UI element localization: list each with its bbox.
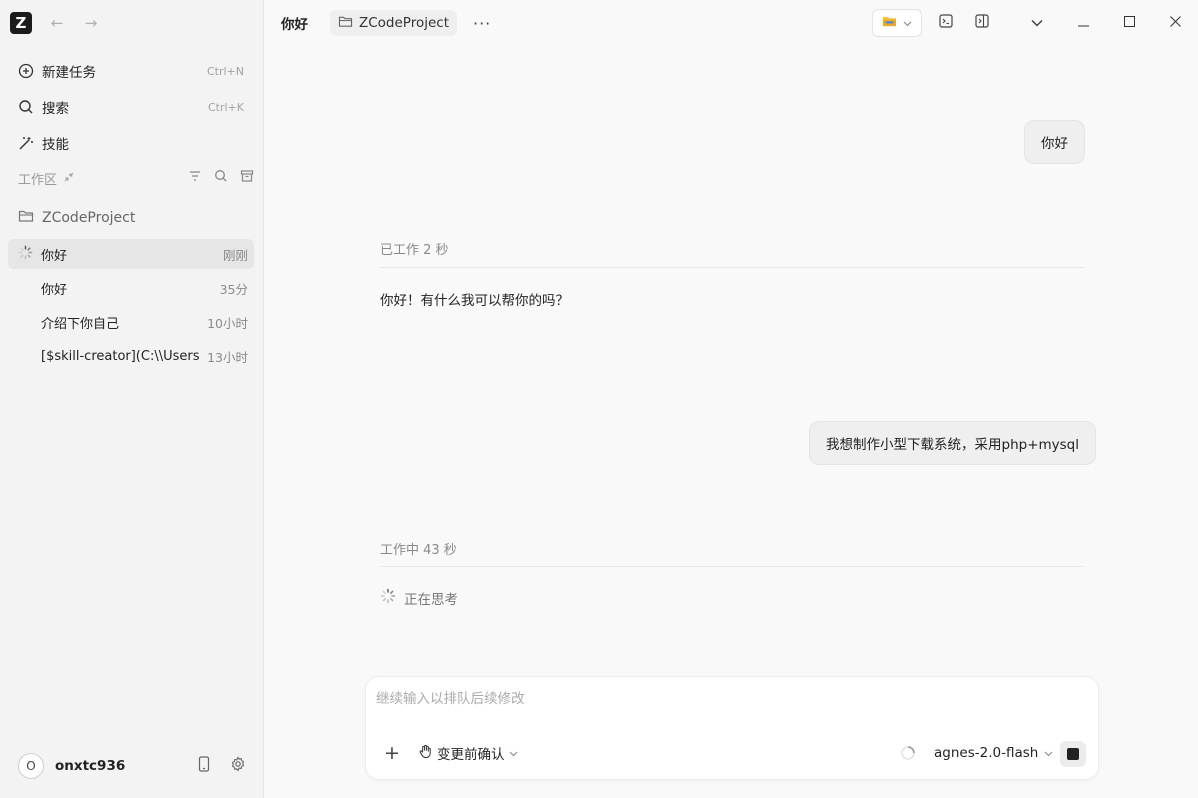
- new-task-button[interactable]: 新建任务 Ctrl+N: [10, 56, 254, 86]
- project-name: ZCodeProject: [42, 210, 136, 226]
- user-message: 我想制作小型下载系统，采用php+mysql: [809, 421, 1096, 465]
- mobile-icon[interactable]: [198, 756, 210, 776]
- terminal-icon: [939, 14, 953, 32]
- search-button[interactable]: 搜索 Ctrl+K: [10, 92, 254, 122]
- skills-button[interactable]: 技能: [10, 128, 254, 158]
- folder-icon: [338, 15, 353, 32]
- stop-button[interactable]: [1060, 741, 1086, 767]
- app-logo: Z: [10, 12, 32, 34]
- confirm-mode-select[interactable]: 变更前确认: [418, 743, 518, 763]
- chevron-down-icon: [1044, 746, 1053, 761]
- user-bar: O onxtc936: [18, 752, 254, 780]
- close-button[interactable]: [1152, 8, 1198, 38]
- new-task-shortcut: Ctrl+N: [206, 64, 244, 78]
- thread-title: 你好: [41, 248, 68, 264]
- composer: + 变更前确认 agnes-2.0-flash: [365, 676, 1099, 780]
- minimize-button[interactable]: [1060, 8, 1106, 38]
- progress-ring-icon: [900, 745, 916, 765]
- hand-icon: [418, 744, 433, 763]
- search-label: 搜索: [42, 101, 69, 117]
- stop-icon: [1067, 748, 1079, 760]
- divider: [380, 566, 1084, 567]
- sidebar: Z ← → 新建任务 Ctrl+N 搜索 Ctrl+K 技能 工作区 ZCode…: [0, 0, 264, 798]
- thread-time: 刚刚: [222, 247, 248, 263]
- project-chip[interactable]: ZCodeProject: [330, 10, 457, 36]
- project-chip-label: ZCodeProject: [359, 15, 449, 31]
- assistant-reply: 你好！有什么我可以帮你的吗？: [380, 293, 569, 309]
- thinking-label: 正在思考: [404, 592, 458, 608]
- workspace-header: 工作区: [18, 168, 254, 188]
- terminal-button[interactable]: [934, 11, 958, 35]
- work-duration[interactable]: 已工作 2 秒: [380, 239, 449, 258]
- toggle-panel-button[interactable]: [970, 11, 994, 35]
- thinking-status: 正在思考: [380, 588, 458, 608]
- close-icon: [1169, 15, 1181, 31]
- more-options-icon[interactable]: ···: [473, 14, 491, 33]
- thread-title: 介绍下你自己: [41, 316, 120, 332]
- search-icon: [18, 99, 34, 115]
- thread-title: [$skill-creator](C:\\Users\: [41, 348, 200, 364]
- gear-icon[interactable]: [230, 756, 246, 776]
- chevron-down-icon: [903, 16, 912, 31]
- divider: [380, 267, 1084, 268]
- plus-circle-icon: [18, 63, 34, 79]
- main-panel: 你好 ZCodeProject ··· 你好 已工作 2 秒 你好！有什么我可以…: [265, 0, 1198, 798]
- dropdown-button[interactable]: [1014, 8, 1060, 38]
- thread-item[interactable]: [$skill-creator](C:\\Users\ 13小时: [8, 341, 254, 371]
- chat-title: 你好: [281, 17, 308, 33]
- side-panel-icon: [975, 14, 989, 32]
- work-duration[interactable]: 工作中 43 秒: [380, 539, 457, 558]
- thread-time: 10小时: [207, 315, 248, 331]
- magic-wand-icon: [18, 135, 34, 151]
- thread-time: 13小时: [207, 349, 248, 365]
- forward-arrow-icon[interactable]: →: [82, 14, 100, 32]
- project-folder[interactable]: ZCodeProject: [18, 208, 135, 228]
- username: onxtc936: [55, 758, 126, 774]
- header: 你好 ZCodeProject ···: [265, 0, 1198, 46]
- collapse-icon[interactable]: [63, 171, 75, 186]
- thread-time: 35分: [219, 281, 248, 297]
- workspace-label: 工作区: [18, 172, 58, 188]
- chevron-down-icon: [509, 746, 518, 761]
- avatar[interactable]: O: [18, 753, 44, 779]
- skills-label: 技能: [42, 137, 69, 153]
- user-message: 你好: [1024, 120, 1085, 164]
- filter-icon[interactable]: [188, 169, 202, 187]
- archive-icon[interactable]: [240, 169, 254, 187]
- file-explorer-icon: [882, 15, 897, 32]
- maximize-button[interactable]: [1106, 8, 1152, 38]
- thread-title: 你好: [41, 282, 68, 298]
- thread-item[interactable]: 介绍下你自己 10小时: [8, 307, 254, 337]
- chevron-down-icon: [1031, 16, 1043, 31]
- new-task-label: 新建任务: [42, 65, 96, 81]
- minimize-icon: [1077, 16, 1089, 31]
- loading-spinner-icon: [380, 588, 396, 608]
- confirm-mode-label: 变更前确认: [437, 747, 505, 763]
- thread-item-active[interactable]: 你好 刚刚: [8, 239, 254, 269]
- loading-spinner-icon: [18, 245, 33, 264]
- thread-item[interactable]: 你好 35分: [8, 273, 254, 303]
- attach-plus-icon[interactable]: +: [382, 742, 402, 764]
- open-in-app-select[interactable]: [872, 9, 922, 37]
- sidebar-topbar: Z ← →: [10, 10, 100, 36]
- maximize-icon: [1123, 15, 1135, 31]
- workspace-search-icon[interactable]: [214, 169, 228, 187]
- header-actions: [872, 8, 1198, 38]
- search-shortcut: Ctrl+K: [207, 100, 244, 114]
- message-input[interactable]: [376, 687, 1076, 711]
- back-arrow-icon[interactable]: ←: [48, 14, 66, 32]
- model-label: agnes-2.0-flash: [934, 745, 1039, 761]
- model-select[interactable]: agnes-2.0-flash: [934, 743, 1053, 763]
- folder-icon: [18, 209, 34, 227]
